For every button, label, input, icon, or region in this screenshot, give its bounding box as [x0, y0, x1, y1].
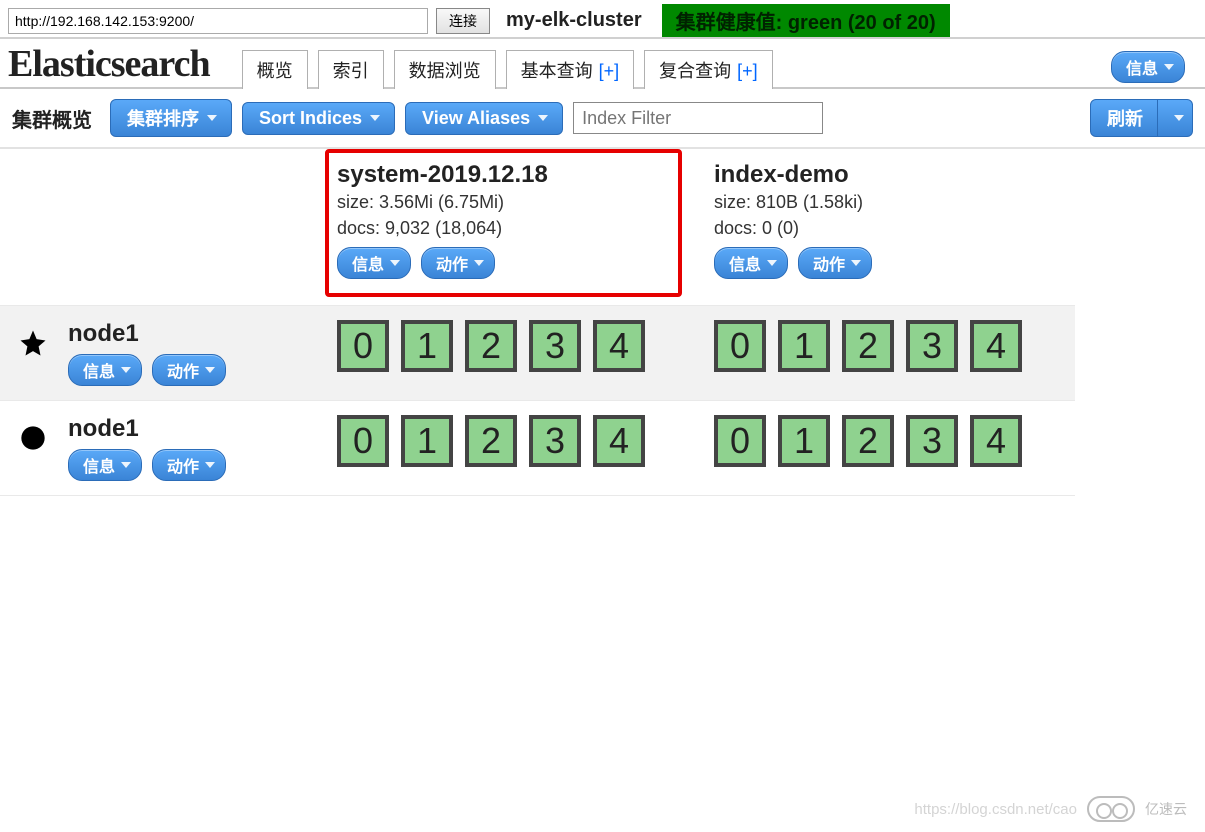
info-menu-button[interactable]: 信息	[1111, 51, 1185, 83]
sort-indices-button[interactable]: Sort Indices	[242, 102, 395, 135]
shard[interactable]: 2	[842, 320, 894, 372]
cluster-name: my-elk-cluster	[506, 9, 642, 32]
info-button-label: 信息	[1126, 55, 1158, 79]
tab-索引[interactable]: 索引	[318, 50, 384, 89]
shard[interactable]: 2	[465, 415, 517, 467]
chevron-down-icon	[205, 367, 215, 373]
url-input[interactable]	[8, 8, 428, 34]
chevron-down-icon	[1174, 115, 1184, 121]
app-logo: Elasticsearch	[8, 45, 210, 87]
shard[interactable]: 3	[906, 320, 958, 372]
watermark: https://blog.csdn.net/cao 亿速云	[914, 796, 1187, 822]
sort-cluster-button[interactable]: 集群排序	[110, 99, 232, 137]
star-icon	[16, 326, 50, 360]
shard[interactable]: 3	[529, 415, 581, 467]
watermark-logo-icon	[1087, 796, 1135, 822]
index-size: size: 810B (1.58ki)	[714, 189, 1059, 215]
shard[interactable]: 4	[970, 320, 1022, 372]
shard[interactable]: 2	[465, 320, 517, 372]
chevron-down-icon	[370, 115, 380, 121]
chevron-down-icon	[851, 260, 861, 266]
refresh-button[interactable]: 刷新	[1090, 99, 1158, 137]
chevron-down-icon	[207, 115, 217, 121]
shard[interactable]: 2	[842, 415, 894, 467]
index-docs: docs: 9,032 (18,064)	[337, 215, 670, 241]
shard[interactable]: 4	[593, 415, 645, 467]
view-aliases-button[interactable]: View Aliases	[405, 102, 563, 135]
index-name: system-2019.12.18	[337, 161, 670, 189]
tab-数据浏览[interactable]: 数据浏览	[394, 50, 496, 89]
index-size: size: 3.56Mi (6.75Mi)	[337, 189, 670, 215]
chevron-down-icon	[121, 462, 131, 468]
index-action-button[interactable]: 动作	[421, 247, 495, 279]
tab-复合查询[interactable]: 复合查询[+]	[644, 50, 773, 89]
node-name: node1	[68, 320, 226, 348]
chevron-down-icon	[1164, 64, 1174, 70]
shard[interactable]: 1	[401, 320, 453, 372]
node-info-button[interactable]: 信息	[68, 449, 142, 481]
node-name: node1	[68, 415, 226, 443]
node-action-button[interactable]: 动作	[152, 354, 226, 386]
shard[interactable]: 1	[401, 415, 453, 467]
index-info-button[interactable]: 信息	[714, 247, 788, 279]
index-name: index-demo	[714, 161, 1059, 189]
tab-概览[interactable]: 概览	[242, 50, 308, 89]
shard[interactable]: 3	[529, 320, 581, 372]
index-info-button[interactable]: 信息	[337, 247, 411, 279]
shard[interactable]: 3	[906, 415, 958, 467]
refresh-options-button[interactable]	[1158, 99, 1193, 137]
chevron-down-icon	[474, 260, 484, 266]
shard[interactable]: 1	[778, 320, 830, 372]
shard[interactable]: 1	[778, 415, 830, 467]
shard[interactable]: 4	[970, 415, 1022, 467]
tab-基本查询[interactable]: 基本查询[+]	[506, 50, 635, 89]
plus-icon[interactable]: [+]	[599, 61, 620, 81]
index-docs: docs: 0 (0)	[714, 215, 1059, 241]
chevron-down-icon	[538, 115, 548, 121]
node-action-button[interactable]: 动作	[152, 449, 226, 481]
shard[interactable]: 0	[337, 415, 389, 467]
connect-button[interactable]: 连接	[436, 8, 490, 34]
shard[interactable]: 0	[714, 415, 766, 467]
section-title: 集群概览	[12, 104, 92, 133]
cluster-health-badge: 集群健康值: green (20 of 20)	[662, 4, 950, 37]
shard[interactable]: 0	[714, 320, 766, 372]
index-filter-input[interactable]	[573, 102, 823, 134]
chevron-down-icon	[390, 260, 400, 266]
circle-icon	[16, 421, 50, 455]
index-action-button[interactable]: 动作	[798, 247, 872, 279]
node-info-button[interactable]: 信息	[68, 354, 142, 386]
shard[interactable]: 0	[337, 320, 389, 372]
plus-icon[interactable]: [+]	[737, 61, 758, 81]
shard[interactable]: 4	[593, 320, 645, 372]
chevron-down-icon	[121, 367, 131, 373]
chevron-down-icon	[767, 260, 777, 266]
chevron-down-icon	[205, 462, 215, 468]
